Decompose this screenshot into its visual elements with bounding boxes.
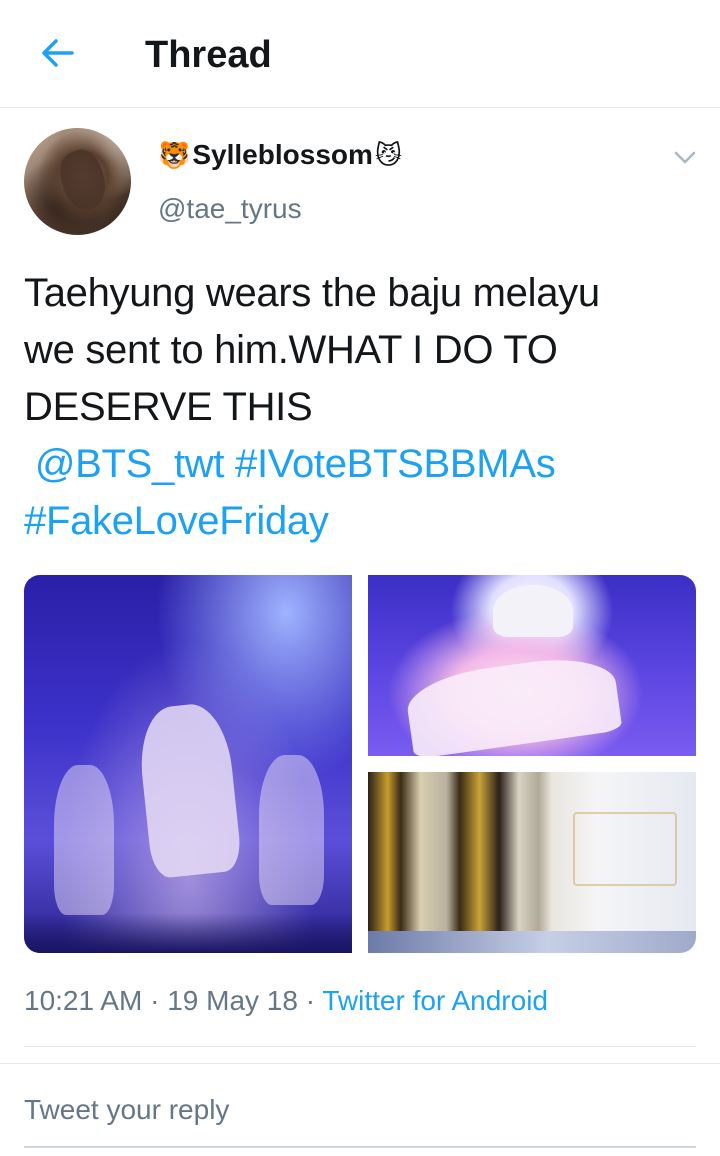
back-button[interactable] [34,30,80,76]
divider [0,1063,720,1064]
hashtag-link[interactable]: #FakeLoveFriday [24,499,329,543]
tweet-links-line: @BTS_twt #IVoteBTSBBMAs [24,436,704,493]
tweet-text: Taehyung wears the baju melayu we sent t… [24,265,704,550]
tweet-source-link[interactable]: Twitter for Android [322,985,548,1016]
tweet-meta: 10:21 AM · 19 May 18 · Twitter for Andro… [24,985,548,1017]
display-name-text: Sylleblossom [192,139,373,170]
tweet-time: 10:21 AM [24,985,143,1016]
tweet-text-line: Taehyung wears the baju melayu [24,271,600,315]
reply-input[interactable]: Tweet your reply [24,1094,229,1126]
media-photo-stage[interactable] [24,575,352,953]
chevron-down-icon [674,151,696,164]
tweet-links-line: #FakeLoveFriday [24,493,704,550]
author-name[interactable]: 🐯 Sylleblossom 😼 [158,139,402,171]
media-photo-closeup[interactable] [368,575,696,756]
divider [24,1046,696,1047]
media-grid [24,575,696,953]
media-photo-fabric[interactable] [368,772,696,953]
hashtag-link[interactable]: #IVoteBTSBBMAs [235,442,556,486]
avatar[interactable] [24,128,131,235]
reply-underline [24,1146,696,1148]
meta-separator: · [305,985,316,1016]
meta-separator: · [150,985,160,1016]
arrow-left-icon [42,39,74,67]
top-bar: Thread [0,0,720,108]
mention-link[interactable]: @BTS_twt [35,442,225,486]
cat-face-icon: 😼 [374,140,402,170]
tweet-text-line: we sent to him.WHAT I DO TO [24,328,558,372]
tiger-face-icon: 🐯 [158,140,191,170]
page-title: Thread [145,34,272,76]
author-handle[interactable]: @tae_tyrus [158,193,302,225]
tweet-options-button[interactable] [670,144,700,172]
tweet-date: 19 May 18 [167,985,298,1016]
tweet-text-line: DESERVE THIS [24,385,313,429]
